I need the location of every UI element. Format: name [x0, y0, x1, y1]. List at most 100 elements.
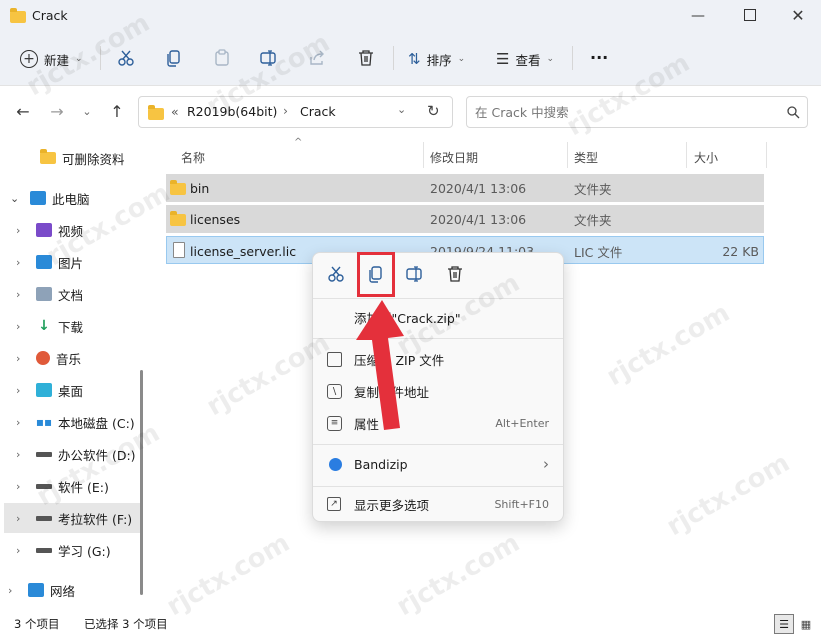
share-icon[interactable] — [308, 49, 326, 67]
cut-icon[interactable] — [117, 49, 135, 67]
up-arrow-icon[interactable]: ↑ — [108, 102, 126, 121]
table-row[interactable]: licenses 2020/4/1 13:06 文件夹 — [166, 205, 764, 233]
back-arrow-icon[interactable]: ← — [14, 102, 32, 121]
sidebar-item-desktop[interactable]: › 桌面 — [0, 375, 142, 405]
column-header-name[interactable]: 名称 — [181, 146, 205, 168]
sidebar-item-music[interactable]: › 音乐 — [0, 343, 142, 373]
new-button[interactable]: + 新建 ⌄ — [20, 43, 83, 75]
chevron-right-icon: › — [16, 447, 21, 461]
menu-item-add-to-zip[interactable]: 添加到"Crack.zip" — [313, 300, 563, 334]
paste-icon[interactable] — [213, 49, 231, 67]
chevron-right-icon: › — [16, 255, 21, 269]
sidebar-item-label: 此电脑 — [52, 191, 90, 207]
sidebar-item-drive-e[interactable]: › 软件 (E:) — [0, 471, 142, 501]
table-row[interactable]: bin 2020/4/1 13:06 文件夹 — [166, 174, 764, 202]
column-header-size[interactable]: 大小 — [694, 146, 718, 168]
title-bar: Crack — ✕ — [0, 0, 821, 32]
folder-icon — [10, 8, 26, 23]
sidebar-scrollbar[interactable] — [140, 370, 143, 595]
tiles-view-icon[interactable]: ▦ — [798, 616, 814, 632]
column-divider[interactable] — [766, 142, 767, 168]
drive-icon — [36, 515, 52, 521]
sidebar-item-drive-c[interactable]: › ▪▪ 本地磁盘 (C:) — [0, 407, 142, 437]
drive-icon — [36, 451, 52, 457]
search-box[interactable] — [466, 96, 808, 128]
refresh-icon[interactable]: ↻ — [427, 102, 440, 120]
window-title: Crack — [32, 8, 68, 23]
sidebar-item-pictures[interactable]: › 图片 — [0, 247, 142, 277]
column-header-type[interactable]: 类型 — [574, 146, 598, 168]
status-bar: 3 个项目 已选择 3 个项目 ☰ ▦ — [0, 612, 821, 636]
sidebar-item-label: 图片 — [58, 255, 84, 271]
column-divider[interactable] — [686, 142, 687, 168]
menu-item-copy-path[interactable]: \ 复制文件地址 — [313, 374, 563, 408]
sidebar-item-drive-f[interactable]: › 考拉软件 (F:) — [4, 503, 140, 533]
cut-icon[interactable] — [327, 265, 345, 283]
details-view-icon[interactable]: ☰ — [774, 614, 794, 634]
sidebar-item-label: 下载 — [58, 319, 84, 335]
column-divider[interactable] — [423, 142, 424, 168]
menu-item-label: Bandizip — [354, 456, 408, 472]
breadcrumb-item[interactable]: R2019b(64bit) — [187, 104, 277, 119]
column-header-date[interactable]: 修改日期 — [430, 146, 478, 168]
drive-icon — [36, 483, 52, 489]
maximize-button[interactable] — [744, 9, 756, 21]
sidebar-item-documents[interactable]: › 文档 — [0, 279, 142, 309]
sidebar-item-network[interactable]: › 网络 — [0, 575, 142, 605]
sidebar-item-downloads[interactable]: › ↓ 下载 — [0, 311, 142, 341]
sidebar-item-videos[interactable]: › 视频 — [0, 215, 142, 245]
breadcrumb-overflow[interactable]: « — [171, 104, 179, 119]
more-options-button[interactable]: ··· — [590, 48, 608, 67]
sort-button[interactable]: ⇅ 排序 ⌄ — [408, 43, 465, 75]
menu-divider — [313, 444, 563, 445]
file-name: license_server.lic — [190, 243, 297, 259]
close-button[interactable]: ✕ — [788, 5, 808, 25]
zip-icon — [327, 351, 342, 367]
sidebar-item-label: 文档 — [58, 287, 84, 303]
menu-item-properties[interactable]: ≡ 属性 Alt+Enter — [313, 406, 563, 440]
chevron-right-icon: › — [16, 223, 21, 237]
menu-item-bandizip[interactable]: Bandizip › — [313, 447, 563, 481]
document-icon — [36, 287, 52, 301]
copy-icon[interactable] — [367, 265, 385, 283]
windows-drive-icon: ▪▪ — [35, 415, 53, 429]
copy-path-icon: \ — [327, 383, 342, 399]
address-bar[interactable]: « R2019b(64bit) › Crack ⌄ ↻ — [138, 96, 453, 128]
sort-icon: ⇅ — [408, 50, 421, 68]
menu-item-label: 显示更多选项 — [354, 497, 430, 513]
sidebar-item-label: 可删除资料 — [62, 151, 125, 167]
menu-item-compress-zip[interactable]: 压缩为 ZIP 文件 — [313, 342, 563, 376]
chevron-down-icon: ⌄ — [75, 54, 83, 64]
minimize-button[interactable]: — — [686, 6, 710, 26]
forward-arrow-icon[interactable]: → — [48, 102, 66, 121]
show-more-icon: ↗ — [327, 497, 341, 511]
delete-icon[interactable] — [446, 265, 464, 283]
sidebar-item-label: 视频 — [58, 223, 84, 239]
view-button[interactable]: ☰ 查看 ⌄ — [496, 43, 554, 75]
properties-icon: ≡ — [327, 415, 342, 431]
file-date: 2020/4/1 13:06 — [430, 180, 527, 196]
menu-item-show-more[interactable]: ↗ 显示更多选项 Shift+F10 — [313, 487, 563, 521]
file-type: LIC 文件 — [574, 244, 623, 260]
address-dropdown-icon[interactable]: ⌄ — [397, 103, 406, 116]
file-icon — [173, 242, 185, 258]
recent-chevron-icon[interactable]: ⌄ — [80, 103, 94, 119]
drive-icon — [36, 547, 52, 553]
rename-icon[interactable] — [406, 265, 424, 283]
sidebar-item-drive-g[interactable]: › 学习 (G:) — [0, 535, 142, 565]
rename-icon[interactable] — [260, 49, 278, 67]
sidebar-item-this-pc[interactable]: ⌄ 此电脑 — [0, 183, 142, 213]
sidebar-item-deletable[interactable]: 可删除资料 — [0, 143, 142, 173]
search-input[interactable] — [475, 103, 775, 121]
delete-icon[interactable] — [357, 49, 375, 67]
column-divider[interactable] — [567, 142, 568, 168]
toolbar-divider — [393, 46, 394, 70]
copy-icon[interactable] — [165, 49, 183, 67]
context-menu: 添加到"Crack.zip" 压缩为 ZIP 文件 \ 复制文件地址 ≡ 属性 … — [312, 252, 564, 522]
sidebar-item-drive-d[interactable]: › 办公软件 (D:) — [0, 439, 142, 469]
breadcrumb-item[interactable]: Crack — [300, 104, 336, 119]
chevron-right-icon: › — [543, 455, 549, 473]
network-icon — [28, 583, 44, 597]
file-size: 22 KB — [722, 243, 759, 259]
computer-icon — [30, 191, 46, 205]
